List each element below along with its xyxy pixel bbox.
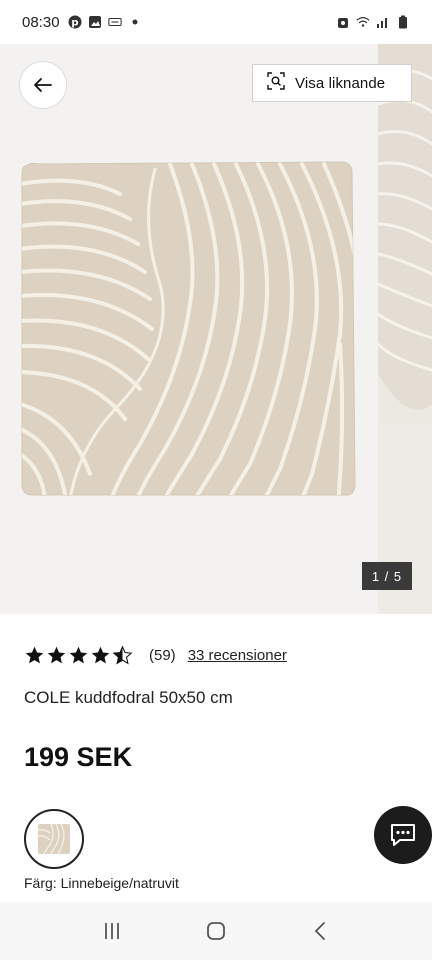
rating-count: (59)	[149, 646, 176, 664]
chevron-left-icon	[314, 922, 325, 940]
recent-apps-button[interactable]	[92, 911, 132, 951]
data-saver-icon	[107, 15, 122, 29]
dot-icon	[128, 15, 142, 29]
home-icon	[207, 922, 225, 940]
gallery-icon	[88, 15, 102, 29]
alarm-icon	[336, 15, 350, 29]
reviews-link[interactable]: 33 recensioner	[188, 647, 287, 664]
image-counter: 1 / 5	[362, 562, 412, 590]
color-swatch[interactable]	[24, 809, 84, 869]
pinterest-icon: p	[68, 15, 82, 29]
product-image[interactable]	[0, 44, 378, 614]
swatch-thumbnail	[37, 823, 70, 855]
back-nav-button[interactable]	[300, 911, 340, 951]
chat-icon	[391, 824, 415, 846]
show-similar-button[interactable]: Visa liknande	[252, 64, 412, 102]
show-similar-label: Visa liknande	[295, 74, 386, 92]
back-button[interactable]	[19, 61, 67, 109]
home-button[interactable]	[196, 911, 236, 951]
arrow-left-icon	[34, 78, 52, 92]
chat-button[interactable]	[374, 806, 432, 864]
status-bar: 08:30 p	[0, 0, 432, 44]
battery-icon	[396, 15, 410, 29]
star-half-icon	[112, 644, 133, 664]
star-full-icon	[47, 646, 66, 663]
rating-row: (59) 33 recensioner	[24, 643, 287, 667]
star-full-icon	[25, 646, 44, 663]
star-full-icon	[91, 646, 110, 663]
wifi-icon	[356, 15, 370, 29]
product-title: COLE kuddfodral 50x50 cm	[24, 688, 233, 707]
recent-apps-icon	[105, 923, 119, 939]
signal-icon	[376, 15, 390, 29]
svg-text:p: p	[71, 18, 78, 29]
color-label: Färg: Linnebeige/natruvit	[24, 875, 179, 891]
product-gallery[interactable]: Visa liknande 1 / 5	[0, 44, 432, 614]
visual-search-icon	[267, 71, 285, 95]
system-nav-bar	[0, 902, 432, 960]
next-product-image[interactable]	[378, 44, 432, 614]
star-rating	[24, 644, 133, 666]
status-time: 08:30	[22, 13, 60, 31]
star-full-icon	[69, 646, 88, 663]
product-price: 199 SEK	[24, 742, 133, 772]
